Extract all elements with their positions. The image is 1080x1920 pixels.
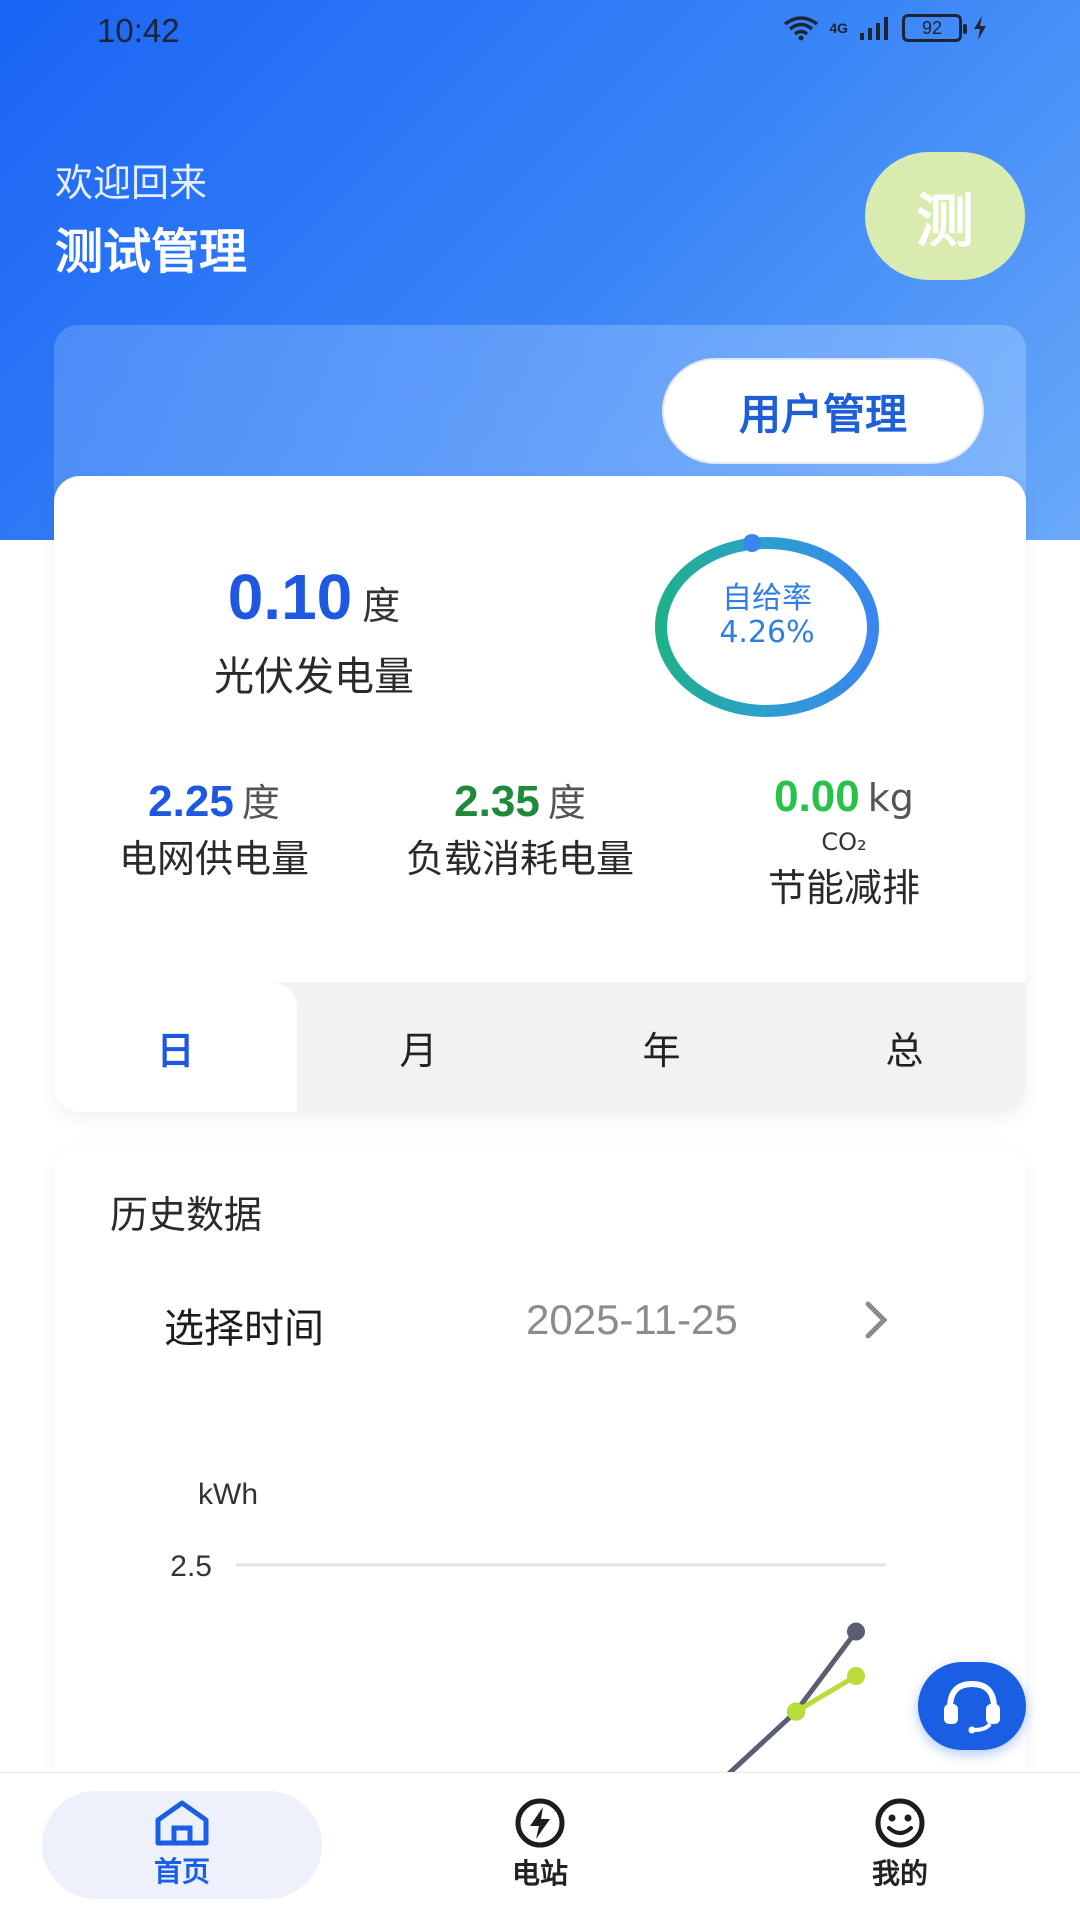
co2-unit: kg: [867, 776, 914, 820]
tab-day[interactable]: 日: [54, 982, 297, 1112]
smile-icon: [875, 1798, 925, 1848]
nav-mine[interactable]: 我的: [760, 1791, 1040, 1899]
screen: 10:42 4G 92 欢迎回来 测试管理 测 用户管理 0.10 度 光伏发电…: [0, 0, 1080, 1920]
avatar[interactable]: 测: [865, 152, 1025, 280]
history-title: 历史数据: [110, 1193, 263, 1237]
nav-mine-label: 我的: [871, 1857, 928, 1890]
pv-value-unit: 度: [362, 584, 401, 628]
self-sufficiency-ring: 自给率 4.26%: [652, 534, 882, 720]
avatar-initial: 测: [915, 187, 974, 255]
co2-value: 0.00: [774, 772, 860, 821]
nav-home[interactable]: 首页: [42, 1791, 322, 1899]
home-icon: [155, 1800, 209, 1846]
chart-series-line-1: [794, 1673, 858, 1714]
signal-icon: [860, 17, 888, 40]
load-consumption-value: 2.35: [454, 777, 540, 826]
grid-supply-label: 电网供电量: [118, 837, 309, 881]
co2-reduction-metric: 0.00 kg CO₂ 节能减排: [694, 772, 994, 914]
stats-card: 0.10 度 光伏发电量 自给率 4.26% 2.25 度 电网供电量 2.35…: [54, 476, 1026, 1112]
customer-support-button[interactable]: [918, 1662, 1026, 1750]
grid-supply-value: 2.25: [148, 777, 234, 826]
chart-point-1-1: [847, 1667, 865, 1685]
status-bar: 10:42 4G 92: [0, 0, 1080, 66]
load-consumption-unit: 度: [547, 781, 586, 825]
load-consumption-metric: 2.35 度 负载消耗电量: [390, 772, 650, 885]
self-sufficiency-value: 4.26%: [719, 615, 815, 650]
nav-home-label: 首页: [153, 1855, 210, 1888]
nav-station[interactable]: 电站: [400, 1791, 680, 1899]
load-consumption-label: 负载消耗电量: [405, 837, 634, 881]
chart-y-tick-label: 2.5: [170, 1550, 212, 1583]
period-tabs: 日 月 年 总: [54, 982, 1026, 1112]
co2-label: 节能减排: [767, 866, 920, 910]
status-icons: 4G 92: [783, 14, 988, 42]
tab-year[interactable]: 年: [540, 982, 783, 1112]
lightning-icon: [515, 1798, 565, 1848]
date-selector[interactable]: 2025-11-25: [526, 1296, 738, 1344]
nav-station-label: 电站: [511, 1857, 568, 1890]
wifi-icon: [784, 16, 819, 41]
pv-generation-value: 0.10 度: [54, 560, 574, 634]
select-time-label: 选择时间: [164, 1306, 324, 1352]
grid-supply-metric: 2.25 度 电网供电量: [64, 772, 364, 885]
headset-icon: [944, 1680, 1000, 1734]
greeting-text: 欢迎回来: [55, 161, 208, 205]
chart-point-0-2: [847, 1622, 865, 1641]
chart-point-1-0: [787, 1702, 805, 1721]
pv-generation-label: 光伏发电量: [214, 654, 414, 700]
charging-icon: [974, 16, 986, 40]
ring-text: 自给率 4.26%: [652, 582, 882, 650]
tab-total[interactable]: 总: [783, 982, 1026, 1112]
user-management-button[interactable]: 用户管理: [662, 358, 984, 464]
ring-progress-dot: [743, 534, 761, 552]
network-type: 4G: [829, 20, 848, 36]
battery-indicator: 92: [902, 14, 967, 42]
chart-y-axis-label: kWh: [198, 1478, 258, 1511]
bottom-nav: 首页 电站 我的: [0, 1772, 1080, 1920]
history-card: 历史数据 选择时间 2025-11-25 kWh2.52: [54, 1146, 1026, 1876]
username: 测试管理: [55, 224, 248, 280]
grid-supply-unit: 度: [241, 781, 280, 825]
self-sufficiency-label: 自给率: [722, 581, 812, 616]
pv-value-number: 0.10: [227, 561, 353, 633]
chevron-right-icon[interactable]: [862, 1298, 890, 1342]
co2-subscript: CO₂: [821, 828, 867, 856]
tab-month[interactable]: 月: [297, 982, 540, 1112]
status-time: 10:42: [97, 12, 180, 49]
